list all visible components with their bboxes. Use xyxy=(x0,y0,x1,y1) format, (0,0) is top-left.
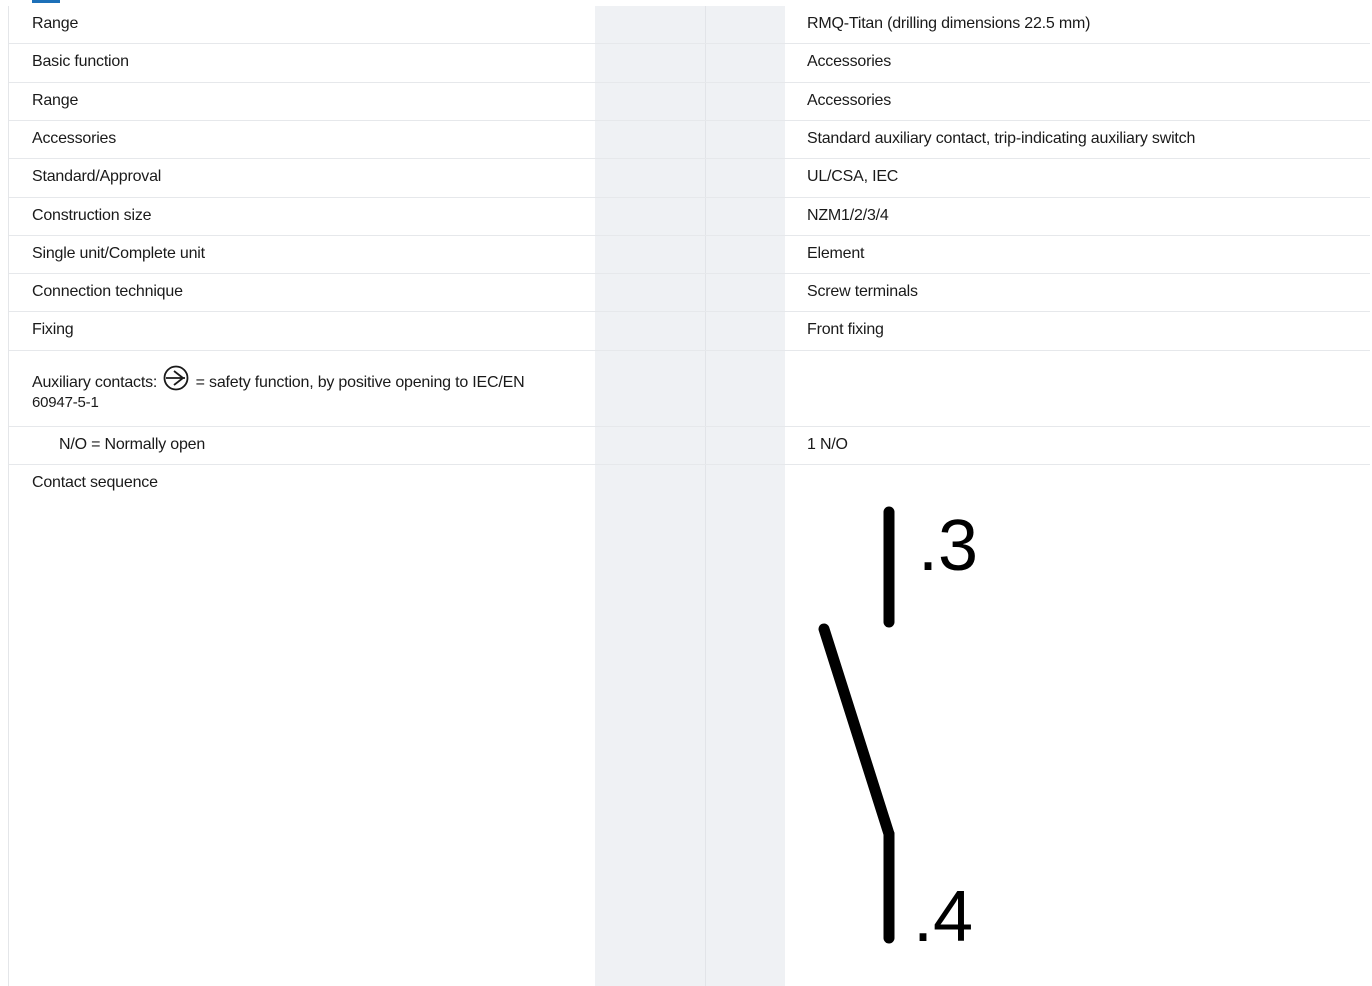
row-value: NZM1/2/3/4 xyxy=(807,207,889,224)
terminal-label-bottom: .4 xyxy=(913,877,973,957)
table-row: N/O = Normally open 1 N/O xyxy=(9,427,1370,465)
aux-label-prefix: Auxiliary contacts: xyxy=(32,374,158,391)
normally-open-contact-symbol: .3 .4 xyxy=(818,506,978,957)
row-label: Single unit/Complete unit xyxy=(32,245,205,262)
table-row: Range Accessories xyxy=(9,83,1370,121)
row-label: Accessories xyxy=(32,130,117,147)
contact-blade-line xyxy=(818,623,895,840)
auxiliary-contacts-label: Auxiliary contacts: = safety function, b… xyxy=(32,365,577,412)
terminal-label-top: .3 xyxy=(918,506,978,586)
table-row: Connection technique Screw terminals xyxy=(9,274,1370,312)
spec-table: Range RMQ-Titan (drilling dimensions 22.… xyxy=(8,6,1370,986)
row-value: RMQ-Titan (drilling dimensions 22.5 mm) xyxy=(807,15,1091,32)
row-value: Accessories xyxy=(807,53,892,70)
section-accent-bar xyxy=(32,0,60,3)
aux-label-suffix: = safety function, by positive opening t… xyxy=(195,374,525,391)
table-row: Construction size NZM1/2/3/4 xyxy=(9,198,1370,236)
table-row: Accessories Standard auxiliary contact, … xyxy=(9,121,1370,159)
positive-opening-icon xyxy=(163,365,189,391)
row-value: Screw terminals xyxy=(807,283,918,300)
contact-sequence-row: Contact sequence xyxy=(9,465,1370,986)
row-label: Connection technique xyxy=(32,283,183,300)
row-value: Standard auxiliary contact, trip-indicat… xyxy=(807,130,1196,147)
row-value: 1 N/O xyxy=(807,436,848,453)
table-row: Range RMQ-Titan (drilling dimensions 22.… xyxy=(9,6,1370,44)
row-label: Construction size xyxy=(32,207,152,224)
row-value: UL/CSA, IEC xyxy=(807,168,899,185)
row-value: Front fixing xyxy=(807,321,884,338)
table-row: Single unit/Complete unit Element xyxy=(9,236,1370,274)
row-label: Range xyxy=(32,92,79,109)
auxiliary-contacts-row: Auxiliary contacts: = safety function, b… xyxy=(9,351,1370,427)
table-row: Standard/Approval UL/CSA, IEC xyxy=(9,159,1370,198)
row-value: Element xyxy=(807,245,865,262)
row-label: Range xyxy=(32,15,79,32)
table-row: Fixing Front fixing xyxy=(9,312,1370,351)
row-label: Contact sequence xyxy=(32,474,158,491)
product-spec-page: Range RMQ-Titan (drilling dimensions 22.… xyxy=(0,0,1372,986)
aux-label-line2: 60947-5-1 xyxy=(32,394,99,411)
row-value: Accessories xyxy=(807,92,892,109)
row-label: Standard/Approval xyxy=(32,168,162,185)
table-row: Basic function Accessories xyxy=(9,44,1370,83)
row-label: N/O = Normally open xyxy=(59,436,206,453)
row-label: Fixing xyxy=(32,321,74,338)
row-label: Basic function xyxy=(32,53,129,70)
